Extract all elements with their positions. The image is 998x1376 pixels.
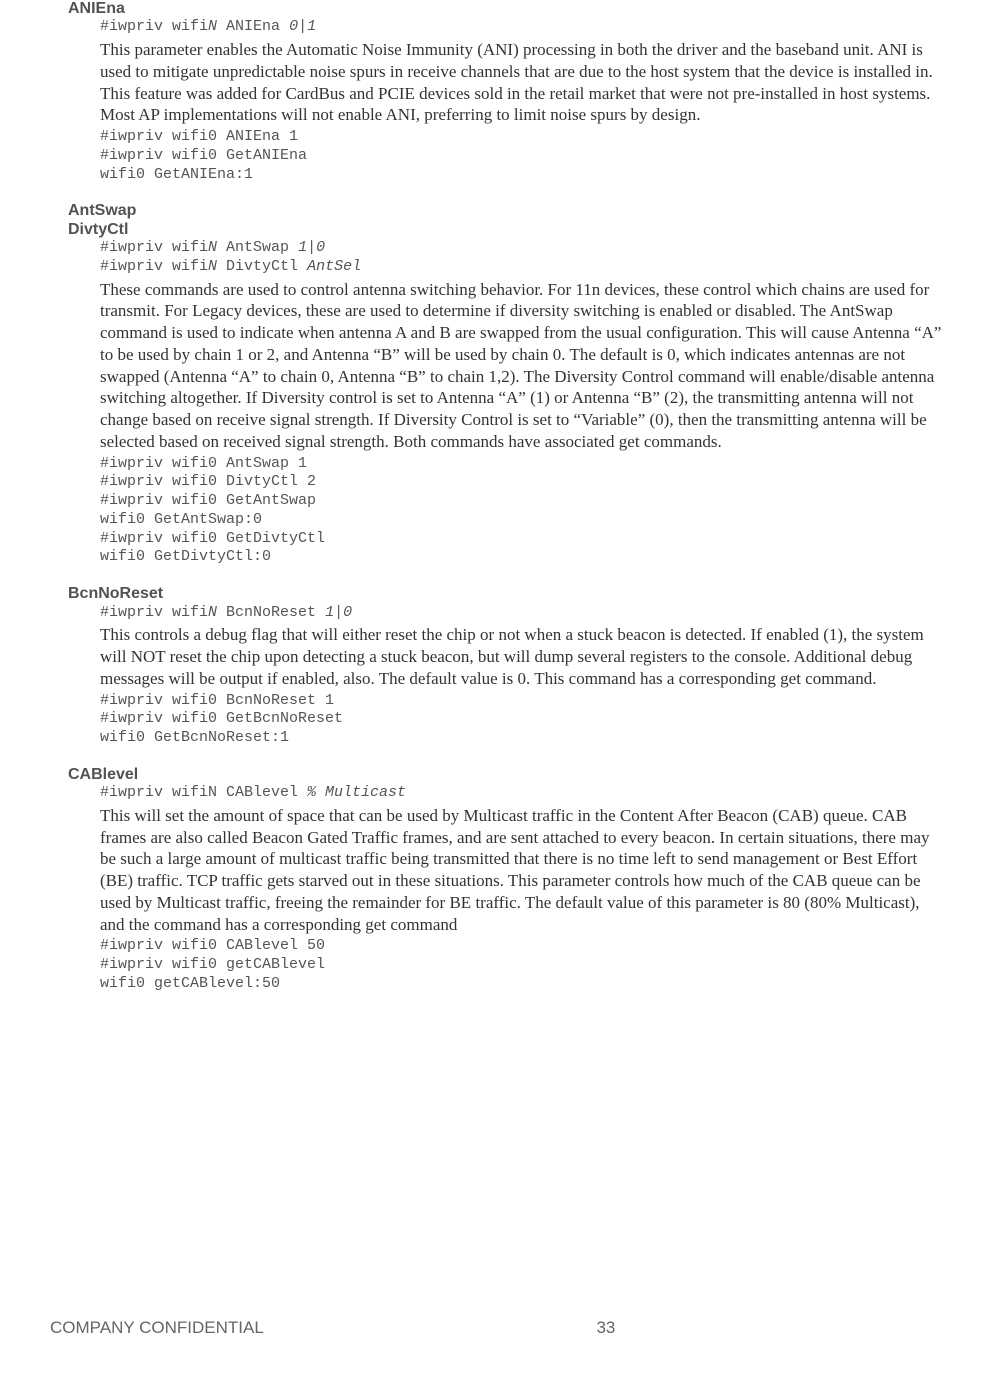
command-syntax: #iwpriv wifiN CABlevel % Multicast: [100, 784, 948, 803]
footer-page-number: 33: [264, 1318, 948, 1338]
command-description: This parameter enables the Automatic Noi…: [100, 39, 948, 126]
command-section: ANIEna#iwpriv wifiN ANIEna 0|1 This param…: [50, 0, 948, 184]
command-section: BcnNoReset#iwpriv wifiN BcnNoReset 1|0Th…: [50, 585, 948, 748]
command-title: DivtyCtl: [68, 221, 948, 239]
command-description: This will set the amount of space that c…: [100, 805, 948, 936]
command-section: CABlevel#iwpriv wifiN CABlevel % Multica…: [50, 766, 948, 994]
page-footer: COMPANY CONFIDENTIAL 33: [0, 1318, 998, 1338]
command-title: ANIEna: [68, 0, 948, 18]
command-title: CABlevel: [68, 766, 948, 784]
command-example: #iwpriv wifi0 CABlevel 50 #iwpriv wifi0 …: [100, 937, 948, 993]
command-example: #iwpriv wifi0 BcnNoReset 1 #iwpriv wifi0…: [100, 692, 948, 748]
command-title: AntSwap: [68, 202, 948, 220]
command-example: #iwpriv wifi0 ANIEna 1 #iwpriv wifi0 Get…: [100, 128, 948, 184]
command-syntax: #iwpriv wifiN AntSwap 1|0 #iwpriv wifiN …: [100, 239, 948, 277]
command-syntax: #iwpriv wifiN ANIEna 0|1: [100, 18, 948, 37]
command-syntax: #iwpriv wifiN BcnNoReset 1|0: [100, 604, 948, 623]
command-description: These commands are used to control anten…: [100, 279, 948, 453]
command-example: #iwpriv wifi0 AntSwap 1 #iwpriv wifi0 Di…: [100, 455, 948, 568]
command-description: This controls a debug flag that will eit…: [100, 624, 948, 689]
command-title: BcnNoReset: [68, 585, 948, 603]
footer-confidential: COMPANY CONFIDENTIAL: [50, 1318, 264, 1338]
command-section: AntSwapDivtyCtl#iwpriv wifiN AntSwap 1|0…: [50, 202, 948, 567]
